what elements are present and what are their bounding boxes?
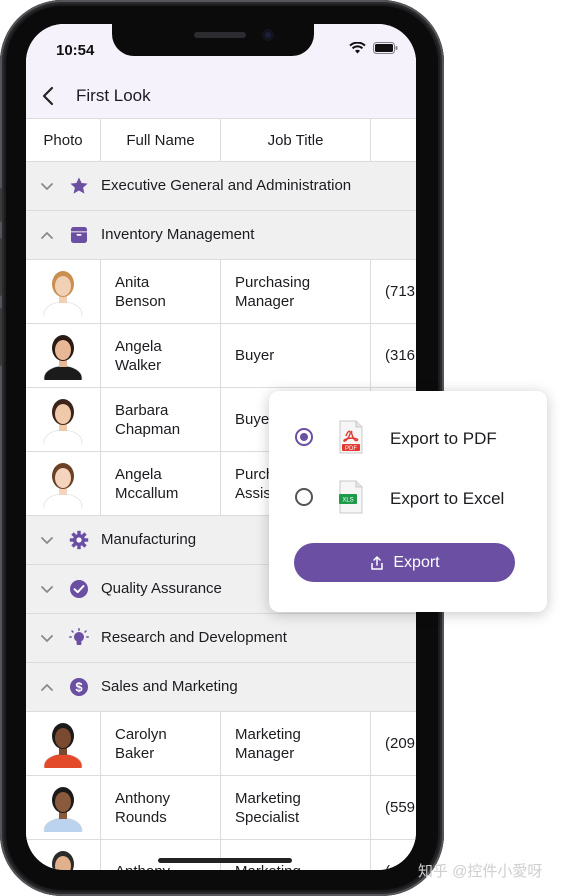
cell-photo <box>26 776 101 842</box>
chevron-down-icon <box>41 183 53 190</box>
cell-full-name: Carolyn Baker <box>101 712 221 775</box>
watermark: 知乎 @控件小愛呀 <box>418 863 543 880</box>
cell-full-name: Anthony <box>101 840 221 870</box>
app-bar: First Look <box>26 72 416 118</box>
cell-full-name: Angela Walker <box>101 324 221 387</box>
xls-file-icon: XLS <box>339 480 363 514</box>
cell-full-name: Angela Mccallum <box>101 452 221 515</box>
battery-icon <box>373 42 398 54</box>
svg-text:$: $ <box>75 680 83 695</box>
export-pdf-label: Export to PDF <box>390 429 497 448</box>
chevron-down-icon <box>41 635 53 642</box>
export-excel-label: Export to Excel <box>390 489 505 508</box>
cell-full-name: Anita Benson <box>101 260 221 323</box>
export-excel-option[interactable]: XLS Export to Excel <box>293 478 533 518</box>
group-row[interactable]: Research and Development <box>26 614 416 663</box>
gear-icon <box>69 530 89 550</box>
box-icon <box>71 227 87 243</box>
cell-photo <box>26 452 101 518</box>
export-popup: PDF Export to PDF XLS Export to Excel Ex… <box>269 391 547 612</box>
cell-photo <box>26 260 101 326</box>
avatar <box>40 844 86 870</box>
cell-photo <box>26 324 101 390</box>
group-label: Sales and Marketing <box>101 678 238 695</box>
back-button[interactable] <box>34 82 62 110</box>
cell-phone: (316 <box>385 347 416 364</box>
avatar <box>40 392 86 454</box>
home-indicator <box>158 858 292 863</box>
cell-job-title: Marketing <box>221 840 371 870</box>
cell-job-title: Purchasing Manager <box>221 260 371 323</box>
pdf-file-icon: PDF <box>339 420 363 454</box>
cell-job-title: Buyer <box>221 324 371 387</box>
table-row[interactable]: Angela Walker Buyer (316 <box>26 324 416 390</box>
avatar <box>40 456 86 518</box>
speaker <box>194 32 246 38</box>
export-button-label: Export <box>393 553 440 571</box>
group-row[interactable]: Executive General and Administration <box>26 162 416 211</box>
check-circle-icon <box>70 580 88 598</box>
chevron-left-icon <box>42 86 54 106</box>
status-time: 10:54 <box>56 42 95 59</box>
cell-phone: (209 <box>385 735 416 752</box>
avatar <box>40 264 86 326</box>
wifi-icon <box>349 42 366 54</box>
export-button[interactable]: Export <box>294 543 515 582</box>
cell-photo <box>26 840 101 870</box>
column-header-phone[interactable] <box>371 119 416 161</box>
group-label: Manufacturing <box>101 531 197 548</box>
cell-photo <box>26 712 101 778</box>
cell-full-name: Anthony Rounds <box>101 776 221 839</box>
group-label: Research and Development <box>101 629 287 646</box>
pdf-badge: PDF <box>345 446 357 452</box>
lightbulb-icon <box>69 628 89 645</box>
chevron-up-icon <box>41 684 53 691</box>
column-header-job-title[interactable]: Job Title <box>221 119 371 161</box>
table-row[interactable]: Anthony Rounds Marketing Specialist (559 <box>26 776 416 842</box>
avatar <box>40 328 86 390</box>
volume-down-button <box>0 308 2 366</box>
chevron-up-icon <box>41 232 53 239</box>
avatar <box>40 780 86 842</box>
table-row[interactable]: Anita Benson Purchasing Manager (713 <box>26 260 416 326</box>
export-pdf-option[interactable]: PDF Export to PDF <box>293 418 533 458</box>
dollar-circle-icon: $ <box>70 678 88 696</box>
chevron-down-icon <box>41 537 53 544</box>
cell-phone: (713 <box>385 283 416 300</box>
volume-up-button <box>0 238 2 296</box>
cell-phone: (559 <box>385 799 416 816</box>
side-button <box>0 188 2 222</box>
cell-full-name: Barbara Chapman <box>101 388 221 451</box>
page-title: First Look <box>76 86 151 105</box>
star-icon <box>70 177 88 194</box>
cell-phone: ( <box>371 840 416 870</box>
group-label: Executive General and Administration <box>101 177 352 194</box>
avatar <box>40 716 86 778</box>
group-label: Inventory Management <box>101 226 255 243</box>
cell-photo <box>26 388 101 454</box>
column-header-full-name[interactable]: Full Name <box>101 119 221 161</box>
group-label: Quality Assurance <box>101 580 222 597</box>
table-row[interactable]: AnthonyMarketing( <box>26 840 416 870</box>
group-row[interactable]: $ Sales and Marketing <box>26 663 416 712</box>
export-excel-radio[interactable] <box>295 488 313 506</box>
group-row[interactable]: Inventory Management <box>26 211 416 260</box>
chevron-down-icon <box>41 586 53 593</box>
cell-job-title: Marketing Specialist <box>221 776 371 839</box>
front-camera <box>262 29 274 41</box>
grid-header-row: Photo Full Name Job Title <box>26 118 416 162</box>
xls-badge: XLS <box>342 498 353 504</box>
cell-job-title: Marketing Manager <box>221 712 371 775</box>
share-upload-icon <box>371 555 384 570</box>
column-header-photo[interactable]: Photo <box>26 119 101 161</box>
table-row[interactable]: Carolyn Baker Marketing Manager (209 <box>26 712 416 778</box>
notch <box>112 24 314 56</box>
export-pdf-radio[interactable] <box>295 428 313 446</box>
